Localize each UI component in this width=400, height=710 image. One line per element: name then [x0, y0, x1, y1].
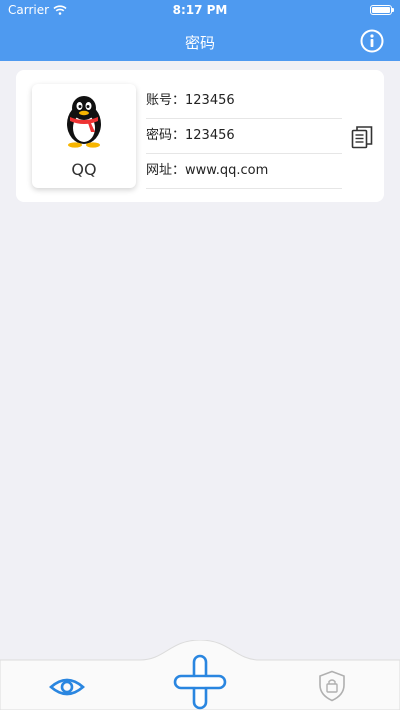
password-label: 密码：: [146, 128, 186, 143]
password-row: 密码：123456: [146, 118, 342, 154]
url-row: 网址：www.qq.com: [146, 153, 342, 189]
app-logo-box: QQ: [32, 84, 136, 188]
qq-penguin-logo: [67, 96, 101, 148]
info-icon[interactable]: [360, 29, 384, 53]
bottom-tab-bar: [0, 640, 400, 710]
add-icon[interactable]: [173, 654, 227, 710]
url-label: 网址：: [146, 163, 186, 178]
shield-lock-icon[interactable]: [318, 670, 346, 702]
battery-icon: [370, 5, 394, 15]
status-bar: Carrier 8:17 PM: [0, 0, 400, 22]
password-entry-card[interactable]: QQ 账号：123456 密码：123456 网址：www.qq.com: [16, 70, 384, 202]
page-title: 密码: [184, 34, 215, 52]
account-label: 账号：: [146, 93, 186, 108]
nav-header: Carrier 8:17 PM 密码: [0, 0, 400, 61]
account-row: 账号：123456: [146, 83, 342, 119]
status-time: 8:17 PM: [172, 3, 228, 17]
app-name: QQ: [71, 160, 97, 179]
account-value: 123456: [185, 93, 235, 108]
url-value: www.qq.com: [185, 163, 269, 178]
password-value: 123456: [185, 128, 235, 143]
eye-icon[interactable]: [49, 674, 85, 700]
copy-icon[interactable]: [351, 125, 373, 149]
